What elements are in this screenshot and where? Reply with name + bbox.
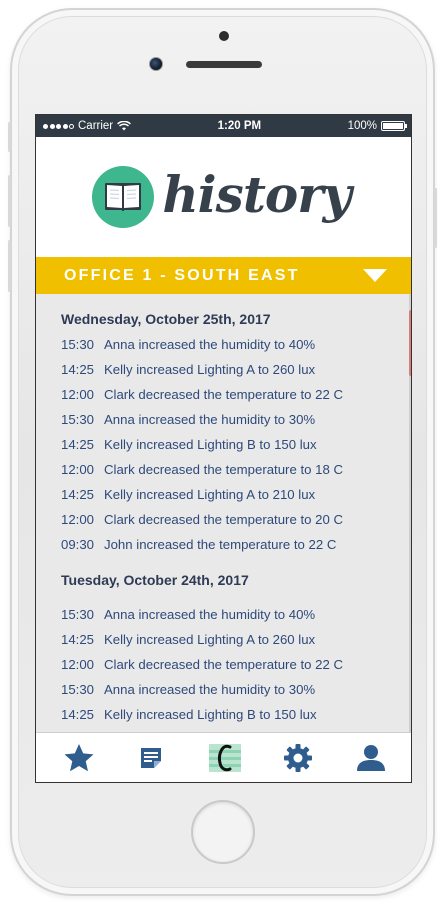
entry-text: Clark decreased the temperature to 18 C xyxy=(104,462,343,477)
entry-time: 14:25 xyxy=(61,707,95,722)
history-entry[interactable]: 09:30 John increased the temperature to 2… xyxy=(61,532,411,557)
history-day: Tuesday, October 24th, 2017 15:30 Anna inc… xyxy=(36,557,411,727)
tab-favorites[interactable] xyxy=(53,735,105,781)
entry-time: 12:00 xyxy=(61,387,95,402)
entry-time: 14:25 xyxy=(61,437,95,452)
tab-settings[interactable] xyxy=(272,735,324,781)
entry-text: Kelly increased Lighting A to 260 lux xyxy=(104,632,316,647)
entry-text: Clark decreased the temperature to 20 C xyxy=(104,512,343,527)
entry-text: Anna increased the humidity to 30% xyxy=(104,412,316,427)
proximity-sensor xyxy=(219,31,229,41)
entry-text: Kelly increased Lighting B to 150 lux xyxy=(104,437,317,452)
entry-time: 15:30 xyxy=(61,412,95,427)
entry-time: 14:25 xyxy=(61,487,95,502)
entry-text: Clark decreased the temperature to 22 C xyxy=(104,657,343,672)
history-entry[interactable]: 15:30 Anna increased the humidity to 40% xyxy=(61,332,411,357)
history-list[interactable]: Wednesday, October 25th, 2017 15:30 Anna i… xyxy=(36,294,411,734)
user-icon xyxy=(356,744,385,771)
entry-time: 15:30 xyxy=(61,337,95,352)
day-header: Tuesday, October 24th, 2017 xyxy=(61,572,249,588)
star-icon xyxy=(64,743,93,771)
tab-bar xyxy=(36,732,411,782)
entry-time: 14:25 xyxy=(61,632,95,647)
gear-icon xyxy=(283,743,312,772)
entry-text: Clark decreased the temperature to 22 C xyxy=(104,387,343,402)
earpiece-speaker xyxy=(186,61,262,68)
triangle-down-icon xyxy=(363,269,387,282)
volume-down-button xyxy=(8,240,11,292)
history-entry[interactable]: 14:25 Kelly increased Lighting A to 260 l… xyxy=(61,627,411,652)
history-entry[interactable]: 12:00 Clark decreased the temperature to … xyxy=(61,457,411,482)
entry-text: Anna increased the humidity to 30% xyxy=(104,682,316,697)
volume-up-button xyxy=(8,175,11,227)
history-entry[interactable]: 12:00 Clark decreased the temperature to … xyxy=(61,507,411,532)
entry-text: Kelly increased Lighting A to 260 lux xyxy=(104,362,316,377)
history-entry[interactable]: 15:30 Anna increased the humidity to 30% xyxy=(61,677,411,702)
entry-time: 14:25 xyxy=(61,362,95,377)
tab-reports[interactable] xyxy=(126,735,178,781)
tab-profile[interactable] xyxy=(345,735,397,781)
office-selector[interactable]: OFFICE 1 - SOUTH EAST xyxy=(36,257,411,294)
history-entry[interactable]: 14:25 Kelly increased Lighting A to 210 l… xyxy=(61,482,411,507)
signal-icon xyxy=(43,123,74,129)
app-screen: Carrier 1:20 PM 100% history OFFICE 1 - … xyxy=(35,114,412,783)
history-entry[interactable]: 12:00 Clark decreased the temperature to … xyxy=(61,652,411,677)
day-header: Wednesday, October 25th, 2017 xyxy=(61,311,271,327)
history-entry[interactable]: 14:25 Kelly increased Lighting B to 150 l… xyxy=(61,702,411,727)
history-entry[interactable]: 15:30 Anna increased the humidity to 30% xyxy=(61,407,411,432)
tab-history[interactable] xyxy=(199,735,251,781)
entry-time: 12:00 xyxy=(61,657,95,672)
app-title: history xyxy=(162,164,351,224)
entry-time: 15:30 xyxy=(61,682,95,697)
entry-text: Kelly increased Lighting B to 150 lux xyxy=(104,707,317,722)
entry-time: 12:00 xyxy=(61,462,95,477)
mute-switch xyxy=(8,122,11,152)
front-camera xyxy=(149,57,163,71)
entry-time: 09:30 xyxy=(61,537,95,552)
status-bar: Carrier 1:20 PM 100% xyxy=(36,115,411,137)
carrier-label: Carrier xyxy=(78,120,114,132)
entry-text: Kelly increased Lighting A to 210 lux xyxy=(104,487,316,502)
home-button[interactable] xyxy=(191,800,255,864)
battery-icon xyxy=(381,121,407,131)
entry-time: 15:30 xyxy=(61,607,95,622)
history-icon xyxy=(208,743,241,772)
history-day: Wednesday, October 25th, 2017 15:30 Anna i… xyxy=(36,294,411,557)
office-selector-label: OFFICE 1 - SOUTH EAST xyxy=(64,266,300,284)
scrollbar-thumb[interactable] xyxy=(409,310,411,376)
entry-text: Anna increased the humidity to 40% xyxy=(104,607,316,622)
app-header: history xyxy=(36,137,411,257)
history-entry[interactable]: 12:00 Clark decreased the temperature to … xyxy=(61,382,411,407)
entry-text: John increased the temperature to 22 C xyxy=(104,537,337,552)
status-time: 1:20 PM xyxy=(217,120,262,132)
entry-text: Anna increased the humidity to 40% xyxy=(104,337,316,352)
power-button xyxy=(434,188,437,248)
book-icon xyxy=(92,166,155,228)
entry-time: 12:00 xyxy=(61,512,95,527)
wifi-icon xyxy=(117,121,132,131)
document-list-icon xyxy=(140,747,161,768)
battery-percent: 100% xyxy=(347,120,377,132)
history-entry[interactable]: 14:25 Kelly increased Lighting B to 150 l… xyxy=(61,432,411,457)
history-entry[interactable]: 15:30 Anna increased the humidity to 40% xyxy=(61,602,411,627)
history-entry[interactable]: 14:25 Kelly increased Lighting A to 260 l… xyxy=(61,357,411,382)
